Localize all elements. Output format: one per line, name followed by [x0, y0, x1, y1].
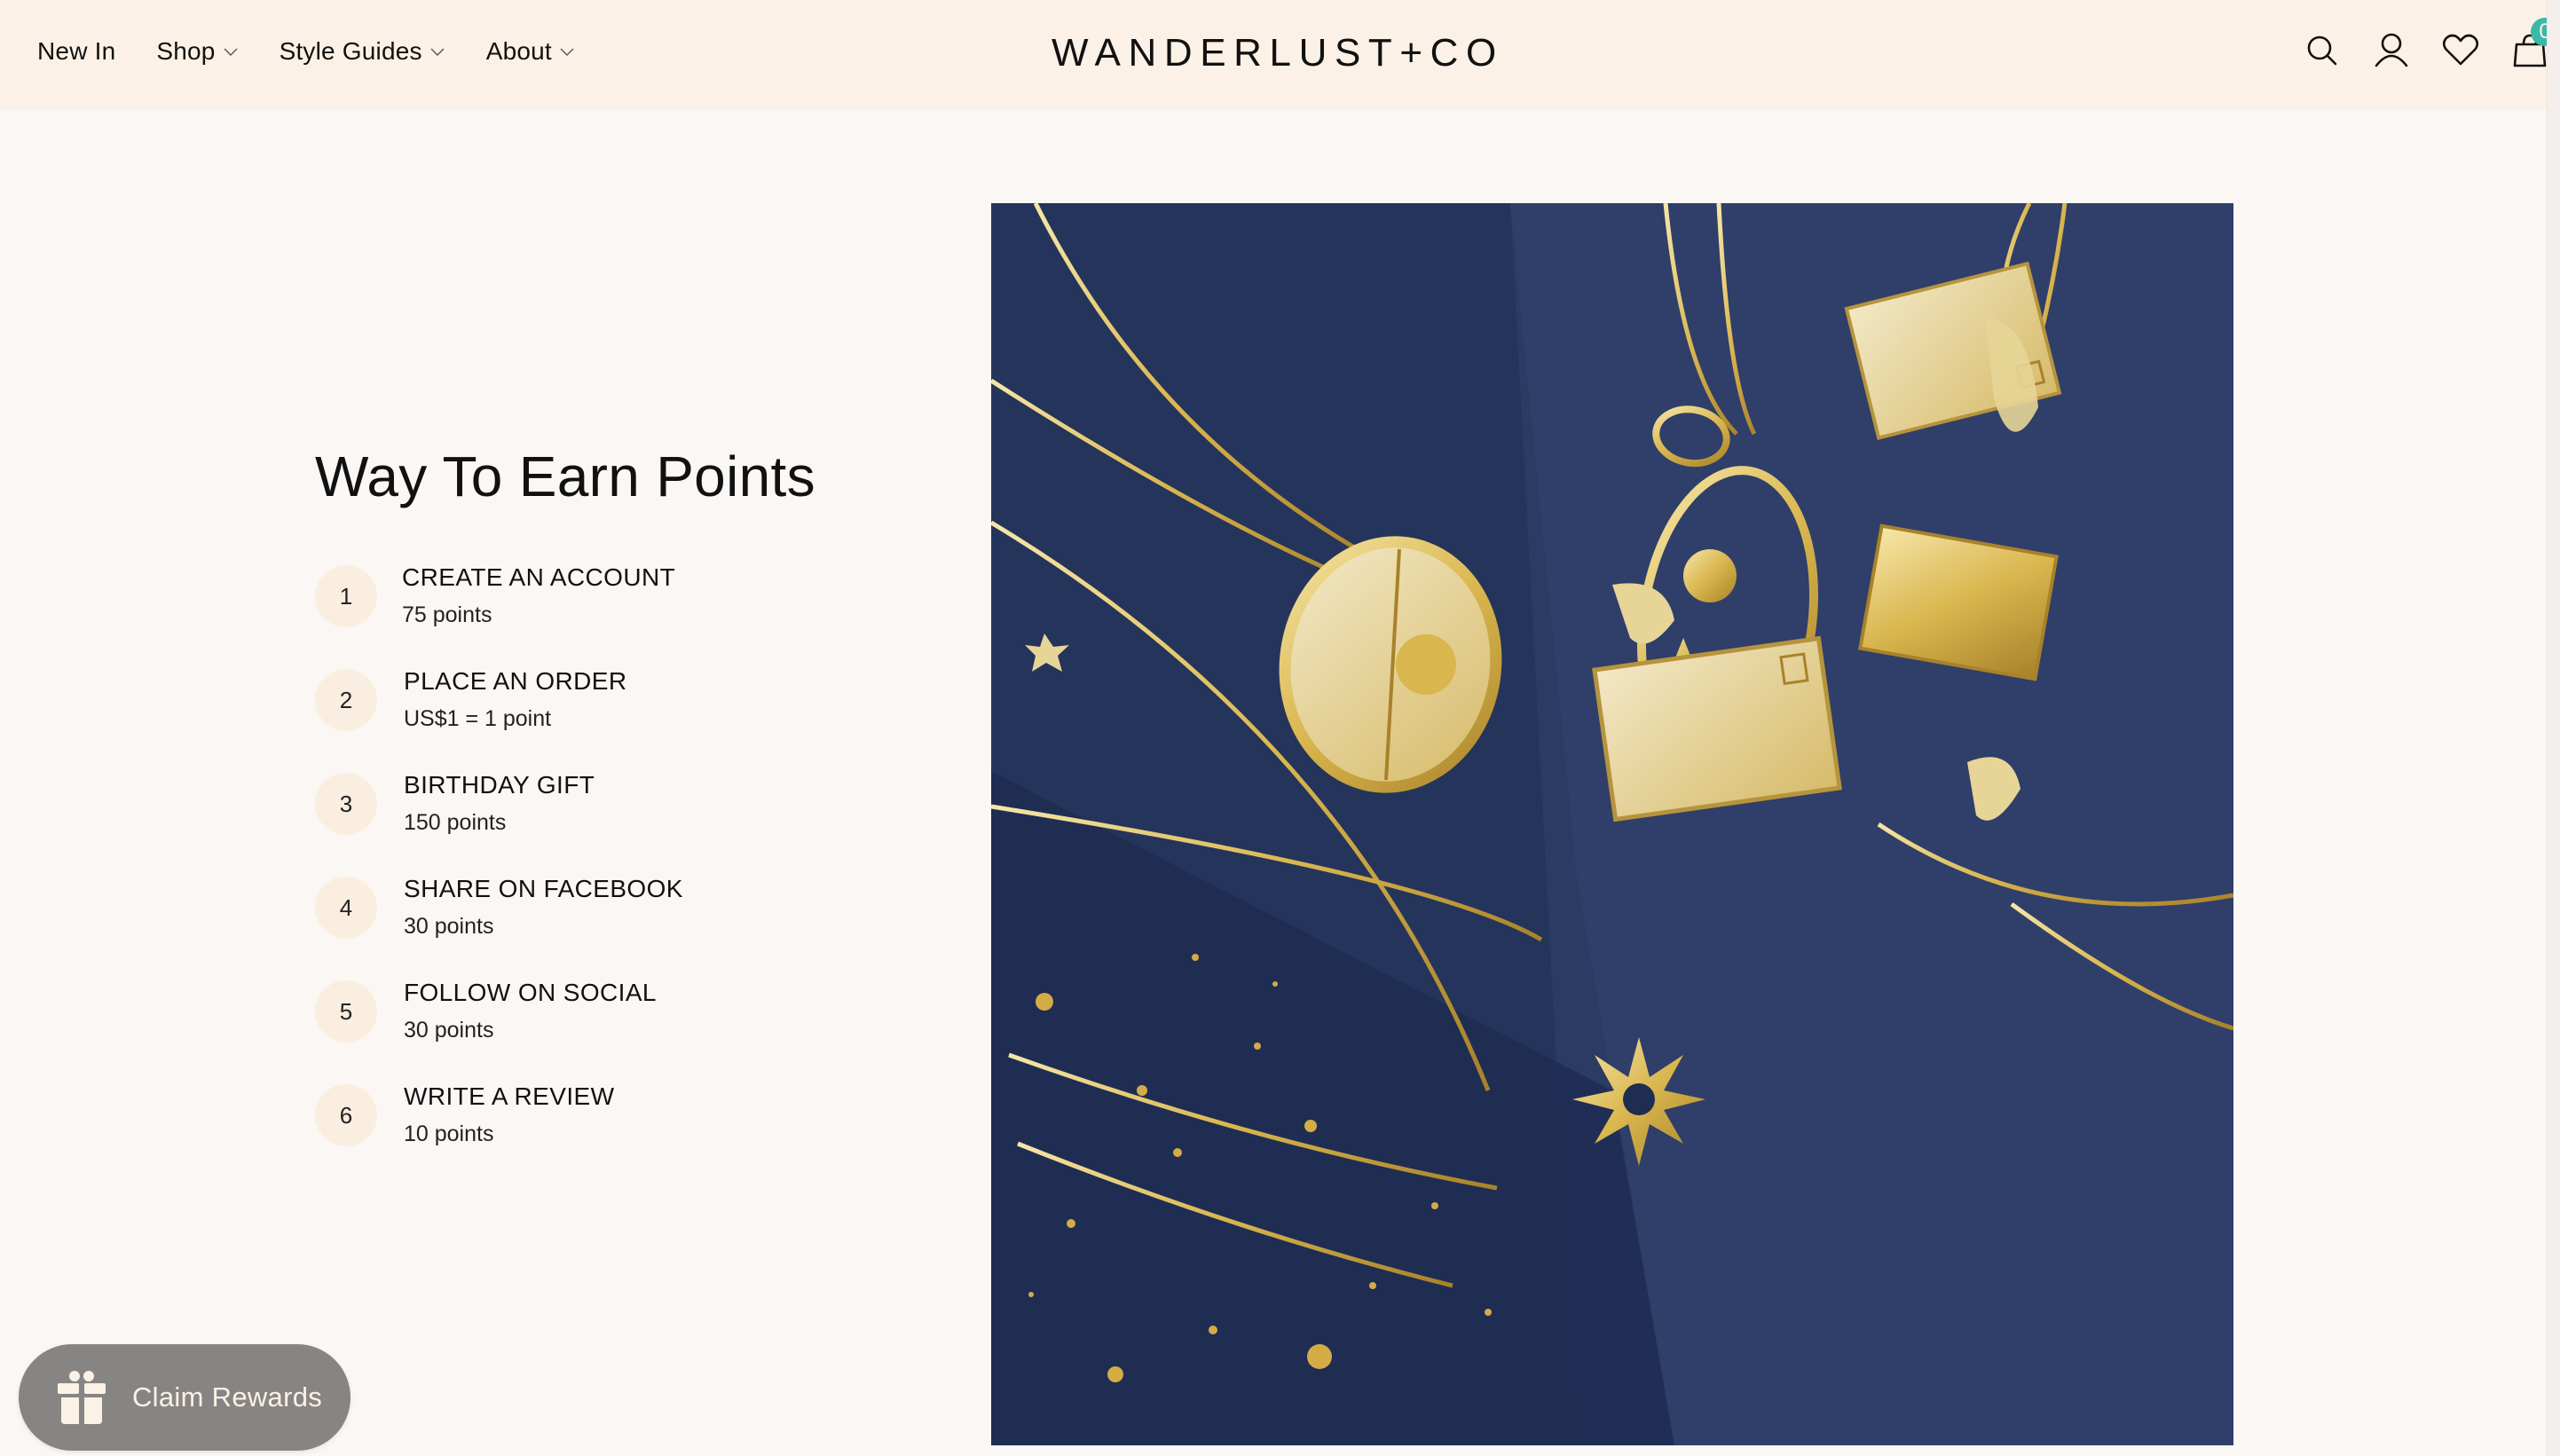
claim-rewards-label: Claim Rewards [132, 1381, 323, 1413]
brand-logo[interactable]: WANDERLUST+CO [1052, 27, 1500, 80]
step-number: 2 [315, 669, 377, 731]
item-points: 10 points [404, 1122, 494, 1146]
item-title: PLACE AN ORDER [404, 667, 627, 695]
nav-new-in-label: New In [37, 37, 116, 65]
nav-shop[interactable]: Shop [156, 37, 238, 66]
search-icon [2307, 35, 2337, 66]
main-nav: New In Shop Style Guides About [37, 32, 616, 71]
chevron-down-icon [560, 48, 574, 56]
item-points: US$1 = 1 point [404, 706, 552, 731]
jewelry-illustration [991, 203, 2233, 1445]
account-icon [2375, 33, 2408, 67]
step-number: 4 [315, 877, 377, 939]
item-points: 150 points [404, 810, 507, 835]
account-button[interactable] [2369, 28, 2414, 73]
nav-shop-label: Shop [156, 37, 216, 65]
search-button[interactable] [2300, 28, 2344, 73]
site-header: New In Shop Style Guides About WANDERLUS… [0, 0, 2559, 107]
item-points: 75 points [402, 602, 492, 627]
item-title: SHARE ON FACEBOOK [404, 875, 683, 902]
item-points: 30 points [404, 914, 494, 939]
nav-style-guides-label: Style Guides [279, 37, 422, 65]
nav-about[interactable]: About [486, 37, 575, 66]
step-number: 1 [315, 565, 377, 627]
step-number: 3 [315, 773, 377, 835]
nav-style-guides[interactable]: Style Guides [280, 37, 445, 66]
jewelry-photo [991, 203, 2233, 1445]
step-number: 5 [315, 980, 377, 1043]
gift-icon [58, 1371, 106, 1424]
item-title: BIRTHDAY GIFT [404, 771, 595, 799]
letter-from-oz-pendant [1592, 635, 1842, 822]
wishlist-button[interactable] [2438, 28, 2483, 73]
chevron-down-icon [430, 48, 445, 56]
wishlist-heart-icon [2442, 34, 2479, 66]
item-title: CREATE AN ACCOUNT [402, 563, 676, 591]
claim-rewards-button[interactable]: Claim Rewards [19, 1344, 351, 1451]
chevron-down-icon [224, 48, 238, 56]
page-scrollbar[interactable] [2547, 0, 2560, 1456]
page-title: Way To Earn Points [315, 445, 815, 508]
item-title: FOLLOW ON SOCIAL [404, 979, 657, 1006]
step-number: 6 [315, 1084, 377, 1146]
nav-about-label: About [485, 37, 552, 65]
nav-new-in[interactable]: New In [37, 37, 115, 66]
item-title: WRITE A REVIEW [404, 1082, 615, 1110]
item-points: 30 points [404, 1018, 494, 1043]
